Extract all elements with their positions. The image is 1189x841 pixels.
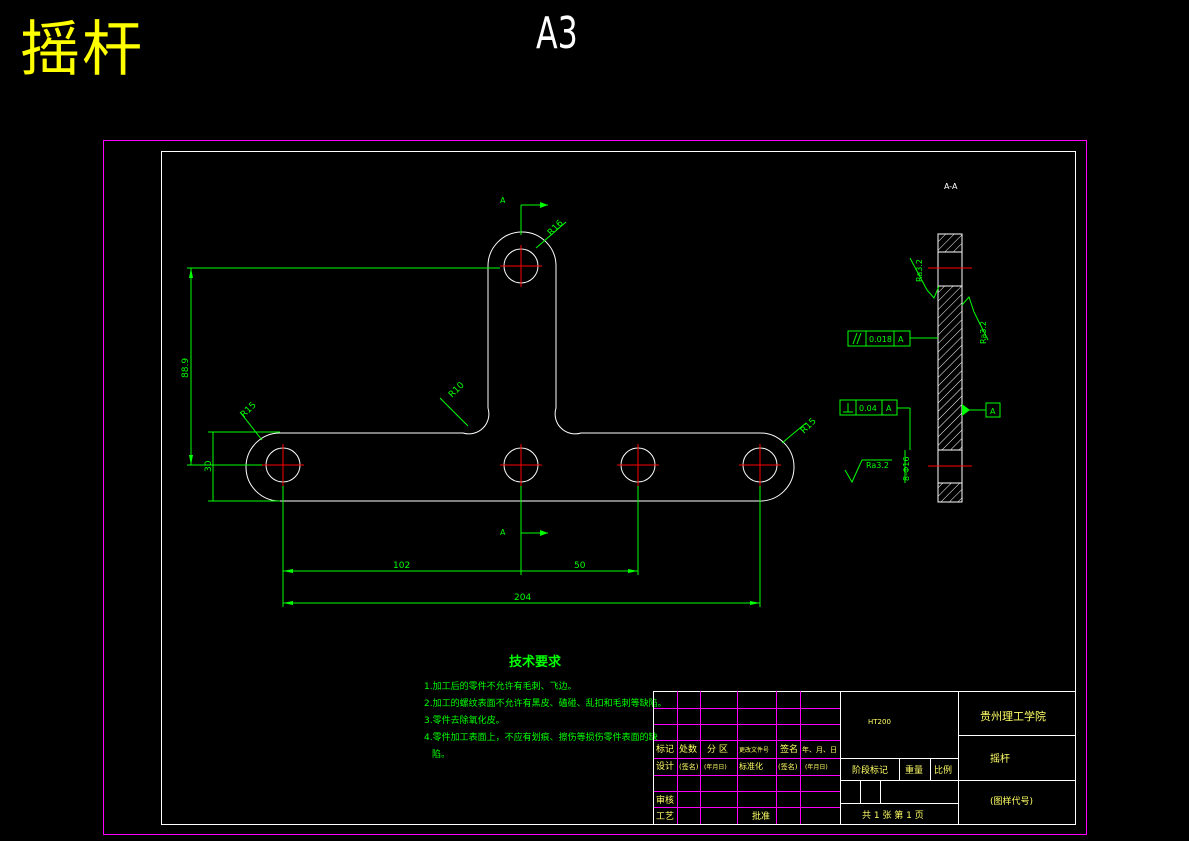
dim-r10: R10: [447, 380, 467, 400]
tb-school: 贵州理工学院: [980, 709, 1046, 723]
perp-value: 0.04: [859, 404, 877, 413]
dim-r15-left: R15: [239, 401, 259, 421]
tb-part-name: 摇杆: [990, 752, 1010, 765]
tech-line-1: 1.加工后的零件不允许有毛刺、飞边。: [424, 680, 577, 692]
dim-88-9: 88.9: [181, 358, 191, 378]
tb-drawing-no: (图样代号): [990, 795, 1033, 807]
tb-r-review: 审核: [656, 794, 674, 806]
section-label-bottom: A: [500, 528, 506, 537]
hole-dimension: 8-Φ16: [902, 457, 911, 481]
tech-line-4: 4.零件加工表面上，不应有划痕、擦伤等损伤零件表面的缺: [424, 731, 658, 743]
part-outline: [245, 231, 795, 502]
tb-h-sign: 签名: [780, 743, 798, 755]
dimension-lines: [187, 204, 807, 607]
tb-r-sign1: (签名): [679, 762, 699, 771]
cad-drawing: R16 R10 R15 R15 88.9 30 102 50 204 A A A…: [103, 140, 1087, 835]
tech-line-5: 陷。: [432, 748, 450, 760]
tb-h-mark: 标记: [656, 743, 674, 755]
section-view: [928, 233, 972, 503]
dim-30: 30: [204, 460, 214, 472]
dim-204: 204: [514, 593, 531, 603]
section-annotations: [839, 257, 1001, 484]
perp-datum: A: [886, 404, 892, 413]
tb-r-process: 工艺: [656, 811, 674, 822]
tb-r-design: 设计: [656, 760, 674, 772]
tb-r-sign2: (签名): [778, 762, 798, 771]
tb-r-date1: (年月日): [704, 763, 727, 771]
dim-r16: R16: [546, 218, 566, 238]
tb-r-approve: 批准: [752, 810, 770, 822]
tb-r-stage: 阶段标记: [852, 764, 888, 776]
tb-h-count: 处数: [679, 743, 697, 755]
tb-r-std: 标准化: [739, 761, 763, 771]
arrowheads: [189, 202, 760, 605]
dim-102: 102: [393, 561, 410, 571]
tb-h-zone: 分 区: [707, 744, 728, 755]
tb-h-docno: 更改文件号: [739, 746, 769, 754]
tb-material: HT200: [868, 718, 891, 726]
dim-50: 50: [574, 561, 586, 571]
roughness-2: Ra3.2: [979, 321, 988, 344]
parallelism-datum: A: [898, 335, 904, 344]
dim-r15-right: R15: [799, 417, 819, 437]
datum-label: A: [990, 407, 996, 416]
roughness-1: Ra3.2: [915, 259, 924, 282]
tb-r-date2: (年月日): [805, 763, 828, 771]
tb-r-scale: 比例: [934, 764, 952, 776]
tb-sheets: 共 1 张 第 1 页: [862, 809, 924, 821]
tb-r-weight: 重量: [905, 764, 923, 776]
tech-heading: 技术要求: [509, 654, 562, 670]
datum-triangle: [962, 404, 970, 416]
section-label-top: A: [500, 196, 506, 205]
center-lines: [262, 245, 781, 486]
tech-line-2: 2.加工的螺纹表面不允许有黑皮、磕碰、乱扣和毛刺等缺陷。: [424, 697, 667, 709]
tech-line-3: 3.零件去除氧化皮。: [424, 714, 505, 726]
tb-h-date: 年、月、日: [802, 745, 837, 754]
title-block-grid: [654, 691, 840, 824]
parallelism-value: 0.018: [869, 335, 892, 344]
section-view-label: A-A: [944, 182, 958, 191]
roughness-3: Ra3.2: [866, 461, 889, 470]
